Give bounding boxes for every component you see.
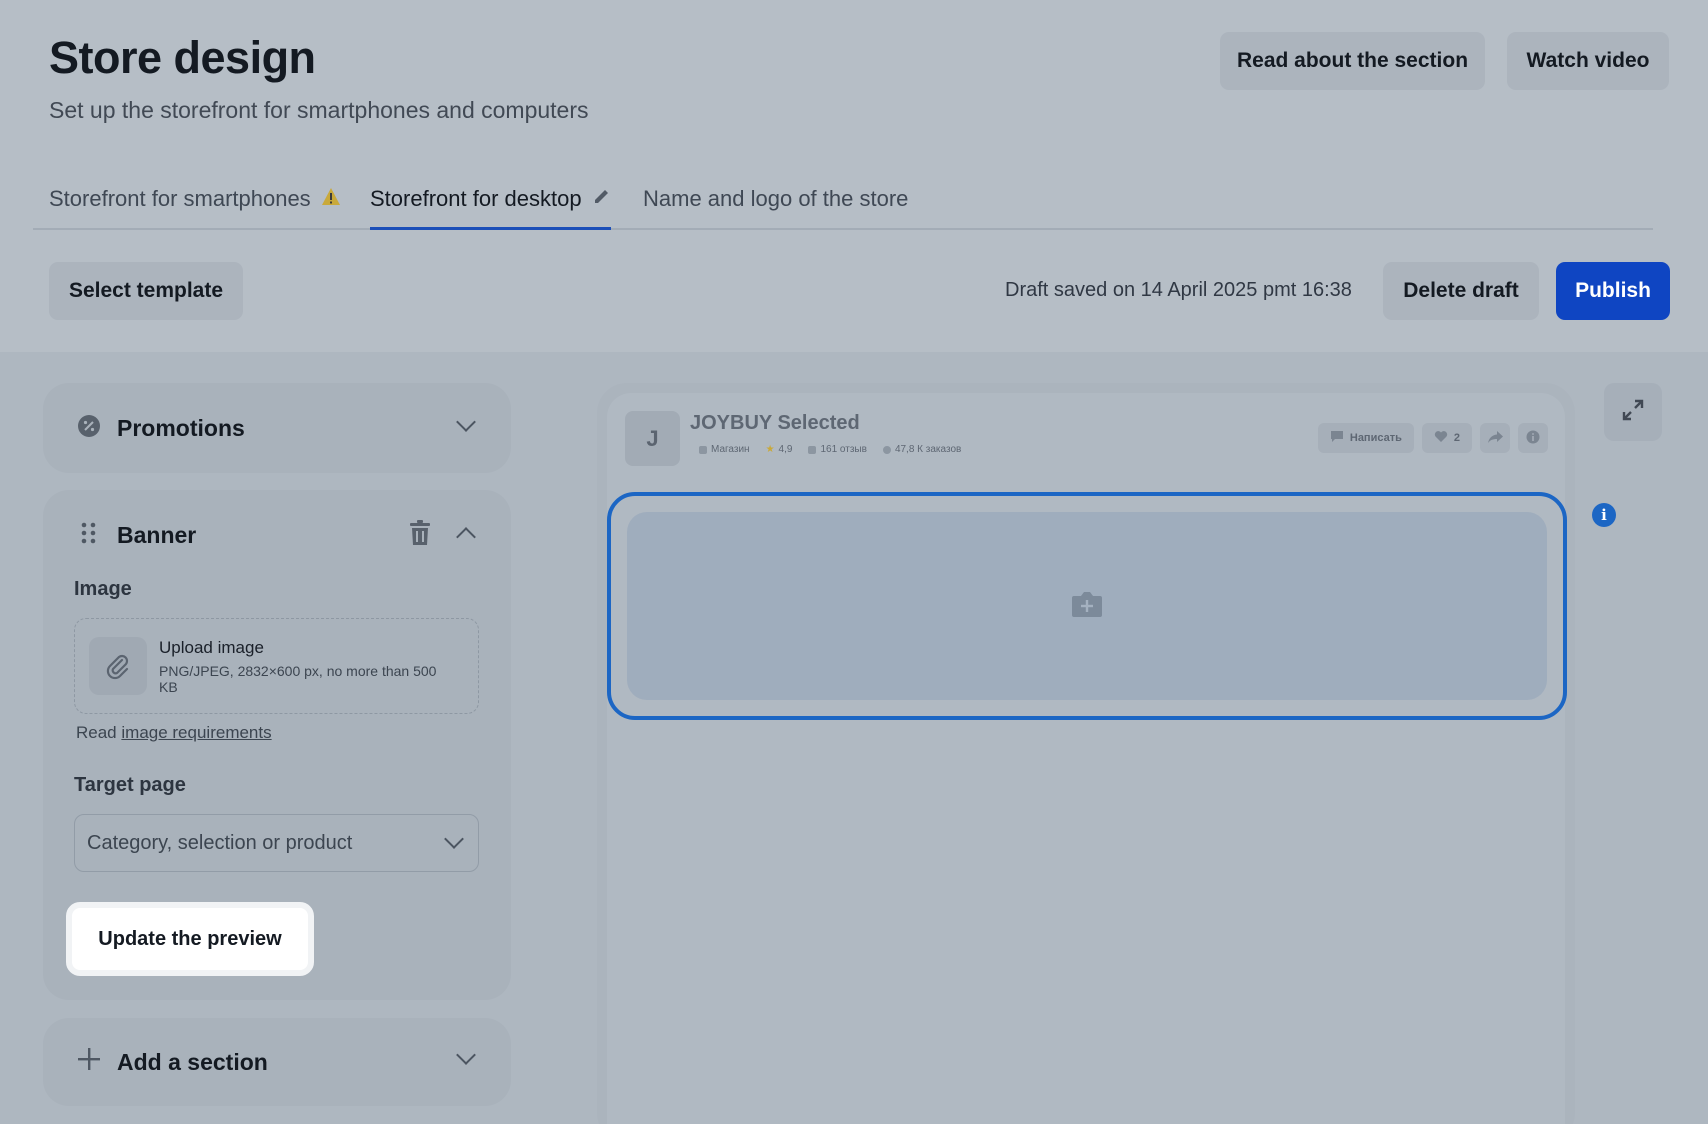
drag-handle-icon[interactable] <box>80 521 98 550</box>
info-icon <box>1526 430 1540 447</box>
target-page-select[interactable]: Category, selection or product <box>74 814 479 872</box>
banner-preview-selected[interactable] <box>607 492 1567 720</box>
shop-meta: Магазин ★ 4,9 161 отзыв 47,8 К заказов <box>699 444 961 455</box>
banner-title: Banner <box>117 522 197 548</box>
watch-video-button[interactable]: Watch video <box>1507 32 1669 90</box>
target-page-placeholder: Category, selection or product <box>87 832 353 854</box>
shop-name: JOYBUY Selected <box>690 412 860 434</box>
page-subtitle: Set up the storefront for smartphones an… <box>49 97 589 123</box>
requirements-prefix: Read <box>76 723 117 742</box>
chevron-down-icon[interactable] <box>456 412 476 432</box>
heart-icon <box>1434 430 1448 446</box>
upload-image-hint: PNG/JPEG, 2832×600 px, no more than 500 … <box>159 663 437 696</box>
banner-placeholder[interactable] <box>627 512 1547 700</box>
warning-icon <box>321 186 341 212</box>
shop-actions: Написать 2 <box>1317 423 1548 453</box>
tab-name-and-logo[interactable]: Name and logo of the store <box>643 186 908 230</box>
fullscreen-button[interactable] <box>1604 383 1662 441</box>
plus-icon <box>78 1048 100 1075</box>
draft-status: Draft saved on 14 April 2025 pmt 16:38 <box>1005 279 1352 301</box>
expand-icon <box>1621 398 1645 427</box>
percent-badge-icon <box>77 414 101 443</box>
likes-chip: 2 <box>1421 423 1472 453</box>
shop-icon <box>699 445 707 454</box>
pencil-icon <box>592 186 611 212</box>
share-icon <box>1487 430 1503 446</box>
active-tab-indicator <box>370 227 611 230</box>
trash-icon[interactable] <box>409 520 431 551</box>
page-title: Store design <box>49 32 316 83</box>
promotions-section[interactable]: Promotions <box>43 383 511 473</box>
shop-orders: 47,8 К заказов <box>882 444 961 455</box>
banner-section: Banner Image Upload image PNG/JPEG, 2832… <box>43 490 511 1000</box>
shop-reviews: 161 отзыв <box>808 444 867 455</box>
image-requirements-line: Read image requirements <box>76 723 272 743</box>
update-preview-button[interactable]: Update the preview <box>66 902 314 976</box>
chat-icon <box>1330 430 1344 446</box>
info-chip <box>1518 423 1548 453</box>
tab-storefront-smartphones[interactable]: Storefront for smartphones <box>49 186 341 230</box>
tab-label: Storefront for desktop <box>370 186 582 211</box>
storefront-tabs: Storefront for smartphones Storefront fo… <box>33 170 1653 230</box>
upload-image-dropzone[interactable]: Upload image PNG/JPEG, 2832×600 px, no m… <box>74 618 479 714</box>
orders-icon <box>882 445 891 454</box>
info-icon[interactable]: i <box>1592 503 1616 527</box>
tab-label: Name and logo of the store <box>643 186 909 211</box>
image-label: Image <box>74 578 132 600</box>
share-chip <box>1480 423 1510 453</box>
image-requirements-link[interactable]: image requirements <box>121 723 271 742</box>
chevron-down-icon <box>444 829 464 849</box>
paperclip-icon <box>89 637 147 695</box>
add-section-title: Add a section <box>117 1049 268 1075</box>
upload-image-title: Upload image <box>159 638 264 657</box>
add-section[interactable]: Add a section <box>43 1018 511 1106</box>
select-template-button[interactable]: Select template <box>49 262 243 320</box>
delete-draft-button[interactable]: Delete draft <box>1383 262 1539 320</box>
chevron-up-icon[interactable] <box>456 527 476 547</box>
chevron-down-icon[interactable] <box>456 1045 476 1065</box>
add-photo-icon <box>1071 590 1103 623</box>
target-page-label: Target page <box>74 774 186 796</box>
publish-button[interactable]: Publish <box>1556 262 1670 320</box>
tab-storefront-desktop[interactable]: Storefront for desktop <box>370 186 611 230</box>
comment-icon <box>808 445 817 454</box>
shop-rating: ★ 4,9 <box>765 444 793 455</box>
write-message-chip: Написать <box>1317 423 1414 453</box>
star-icon: ★ <box>765 444 775 455</box>
read-about-section-button[interactable]: Read about the section <box>1220 32 1485 90</box>
shop-avatar: J <box>625 411 680 466</box>
tab-label: Storefront for smartphones <box>49 186 311 211</box>
promotions-title: Promotions <box>117 415 245 441</box>
shop-type: Магазин <box>699 444 750 455</box>
